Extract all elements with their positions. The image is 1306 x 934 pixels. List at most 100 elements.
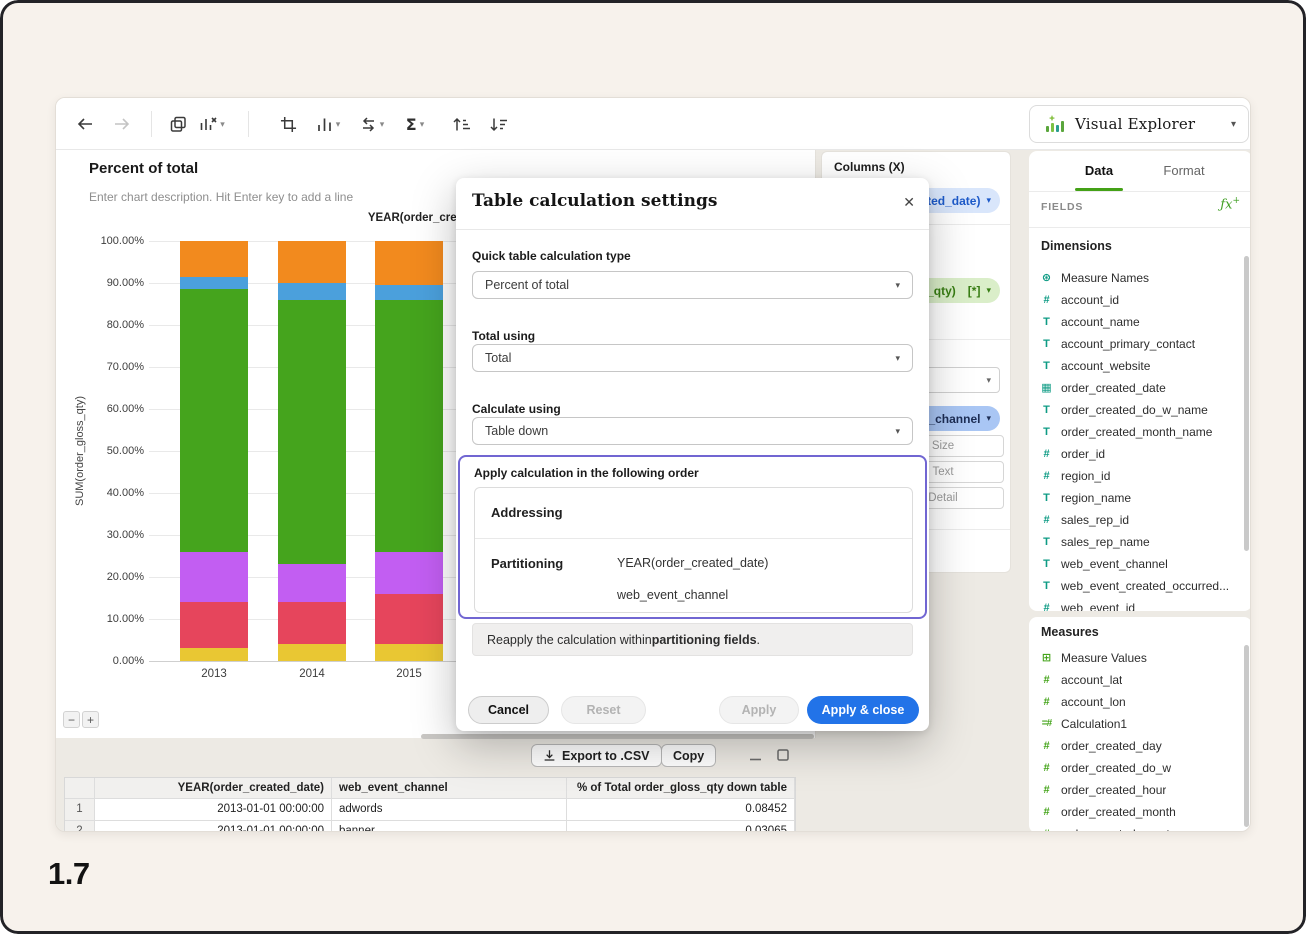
quick-calc-select[interactable]: Percent of total ▾ [472,271,913,299]
field-item[interactable]: Tweb_event_created_occurred... [1029,575,1250,597]
field-item[interactable]: =# Calculation1 [1029,713,1250,735]
field-item[interactable]: ⊛ Measure Names [1029,267,1250,289]
field-item[interactable]: # sales_rep_id [1029,509,1250,531]
results-cell[interactable]: 2013-01-01 00:00:00 [95,821,332,831]
bar-segment[interactable] [278,564,346,603]
results-cell[interactable]: 0.08452 [567,799,795,821]
bar-segment[interactable] [375,299,443,552]
results-cell[interactable]: 1 [65,799,95,821]
field-item[interactable]: Tregion_name [1029,487,1250,509]
bar-segment[interactable] [278,241,346,283]
field-item[interactable]: # order_created_do_w [1029,757,1250,779]
field-item[interactable]: ⊞ Measure Values [1029,647,1250,669]
bar-segment[interactable] [278,299,346,565]
field-item[interactable]: # order_created_quarter [1029,823,1250,831]
field-item[interactable]: ▦ order_created_date [1029,377,1250,399]
field-item[interactable]: # order_created_month [1029,801,1250,823]
zoom-out-button[interactable]: − [63,711,80,728]
app-window: ▾ ▾ ▾ Σ ▾ Visual Explorer ▾ Percent of t… [55,97,1251,832]
field-item[interactable]: Tweb_event_channel [1029,553,1250,575]
apply-close-button[interactable]: Apply & close [807,696,919,724]
tab-data[interactable]: Data [1059,163,1139,178]
sort-ascending-icon[interactable] [448,112,474,136]
horizontal-scrollbar[interactable] [421,734,814,739]
number-icon: # [1043,447,1050,460]
field-item[interactable]: Torder_created_month_name [1029,421,1250,443]
field-item[interactable]: # order_id [1029,443,1250,465]
tab-format[interactable]: Format [1144,163,1224,178]
duplicate-icon[interactable] [166,112,190,136]
results-cell[interactable]: adwords [332,799,567,821]
calculate-using-select[interactable]: Table down ▾ [472,417,913,445]
apply-button[interactable]: Apply [719,696,799,724]
field-name: account_name [1061,315,1140,329]
field-item[interactable]: Taccount_website [1029,355,1250,377]
bar-segment[interactable] [375,593,443,645]
forward-arrow-icon[interactable] [110,112,134,136]
bar-segment[interactable] [180,602,248,649]
results-header-row: YEAR(order_created_date) web_event_channe… [65,778,795,799]
results-cell[interactable]: 0.03065 [567,821,795,831]
bar-segment[interactable] [180,241,248,277]
field-item[interactable]: # account_lon [1029,691,1250,713]
chevron-down-icon: ▾ [895,352,900,363]
chart-type-icon[interactable]: ▾ [310,112,346,136]
aggregate-sigma-icon[interactable]: Σ ▾ [398,112,432,136]
bar-segment[interactable] [180,289,248,552]
bar-segment[interactable] [375,285,443,300]
results-header-cell[interactable]: web_event_channel [332,778,567,799]
bar-segment[interactable] [278,602,346,645]
bar-segment[interactable] [375,551,443,594]
sort-descending-icon[interactable] [485,112,511,136]
field-item[interactable]: Taccount_name [1029,311,1250,333]
bar-segment[interactable] [180,276,248,290]
number-icon: # [1043,513,1050,526]
reset-button[interactable]: Reset [561,696,646,724]
total-using-select[interactable]: Total ▾ [472,344,913,372]
field-item[interactable]: # account_id [1029,289,1250,311]
results-cell[interactable]: banner [332,821,567,831]
maximize-icon[interactable] [774,746,792,764]
field-item[interactable]: Torder_created_do_w_name [1029,399,1250,421]
results-row: 2 2013-01-01 00:00:00 banner 0.03065 [65,821,795,831]
bar-segment[interactable] [180,648,248,661]
close-icon[interactable]: ✕ [903,194,915,211]
bar-segment[interactable] [278,644,346,661]
minimize-icon[interactable] [746,746,764,764]
field-name: order_created_quarter [1061,827,1180,831]
measures-scrollbar[interactable] [1244,645,1249,827]
visual-explorer-button[interactable]: Visual Explorer ▾ [1029,105,1249,143]
number-icon: # [1043,783,1050,796]
results-cell[interactable]: 2013-01-01 00:00:00 [95,799,332,821]
remove-chart-icon[interactable]: ▾ [194,112,230,136]
bar-segment[interactable] [180,551,248,603]
cancel-button[interactable]: Cancel [468,696,549,724]
field-item[interactable]: Tsales_rep_name [1029,531,1250,553]
field-item[interactable]: Taccount_primary_contact [1029,333,1250,355]
field-item[interactable]: # account_lat [1029,669,1250,691]
zoom-in-button[interactable]: + [82,711,99,728]
field-name: account_lon [1061,695,1126,709]
copy-button[interactable]: Copy [661,744,717,767]
field-item[interactable]: # region_id [1029,465,1250,487]
results-header-cell[interactable]: % of Total order_gloss_qty down table [567,778,795,799]
field-item[interactable]: # web_event_id [1029,597,1250,611]
toolbar-separator [151,111,152,137]
bar-segment[interactable] [278,283,346,300]
dropdown-caret-icon: ▾ [419,118,425,129]
bar-segment[interactable] [375,644,443,661]
export-csv-button[interactable]: Export to .CSV [531,744,662,767]
field-item[interactable]: # order_created_day [1029,735,1250,757]
bar-segment[interactable] [375,241,443,286]
results-cell[interactable]: 2 [65,821,95,831]
swap-axes-icon[interactable]: ▾ [354,112,390,136]
results-header-cell[interactable]: YEAR(order_created_date) [95,778,332,799]
back-arrow-icon[interactable] [73,112,97,136]
dimensions-scrollbar[interactable] [1244,256,1249,551]
calculate-using-value: Table down [485,424,549,438]
add-formula-icon[interactable]: ƒx+ [1220,196,1240,212]
y-tick-label: 30.00% [106,529,144,541]
crop-icon[interactable] [276,112,300,136]
field-item[interactable]: # order_created_hour [1029,779,1250,801]
results-header-cell[interactable] [65,778,95,799]
